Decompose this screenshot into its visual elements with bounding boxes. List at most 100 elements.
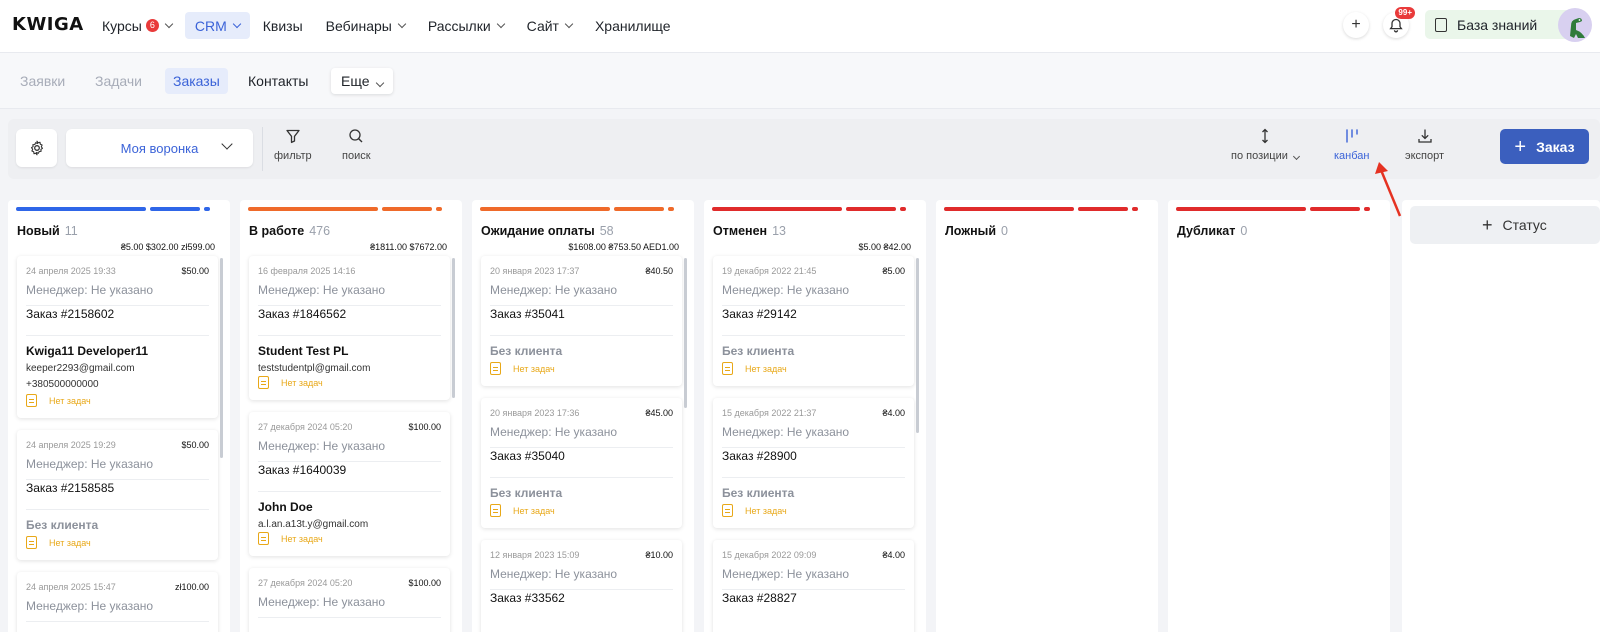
tasks-label: Нет задач [49, 395, 91, 406]
card-tasks: Нет задач [26, 394, 91, 407]
funnel-icon [286, 129, 300, 144]
tab-orders[interactable]: Заказы [165, 68, 228, 94]
nav-item-quizzes[interactable]: Квизы [253, 12, 313, 39]
card-client: John Doe a.l.an.a13t.y@gmail.com [258, 491, 441, 530]
column-color-bar [944, 207, 1150, 211]
column-header: Дубликат 0 [1177, 224, 1247, 238]
card-date: 20 января 2023 17:37 [490, 266, 580, 276]
card-date: 12 января 2023 15:09 [490, 550, 580, 560]
order-card[interactable]: 12 января 2023 15:09 ₴10.00 Менеджер: Не… [481, 540, 682, 632]
settings-button[interactable] [16, 129, 57, 167]
card-client: Без клиента [722, 335, 905, 358]
scrollbar[interactable] [220, 258, 223, 458]
card-order-number: Заказ #1846562 [258, 307, 347, 321]
order-card[interactable]: 15 декабря 2022 09:09 ₴4.00 Менеджер: Не… [713, 540, 914, 632]
notifications-button[interactable]: 99+ [1383, 7, 1415, 38]
export-label: экспорт [1405, 150, 1445, 162]
column-header: Отменен 13 [713, 224, 786, 238]
order-card[interactable]: 20 января 2023 17:36 ₴45.00 Менеджер: Не… [481, 398, 682, 528]
column-title: Отменен [713, 224, 768, 238]
funnel-select-value: Моя воронка [120, 140, 199, 156]
knowledge-base-label: База знаний [1457, 16, 1538, 33]
column-sum: $5.00 ₴42.00 [858, 242, 911, 252]
more-label: Еще [341, 73, 370, 89]
card-date: 27 декабря 2024 05:20 [258, 578, 353, 588]
tab-tasks[interactable]: Задачи [87, 68, 150, 94]
tasks-label: Нет задач [513, 363, 555, 374]
card-manager: Менеджер: Не указано [26, 599, 209, 622]
tasks-label: Нет задач [745, 363, 787, 374]
toolbar: Моя воронка фильтр поиск по позиции канб… [8, 119, 1600, 179]
knowledge-base-button[interactable]: База знаний [1425, 10, 1575, 39]
nav-item-label: Рассылки [427, 17, 491, 34]
card-amount: ₴4.00 [882, 408, 905, 418]
nav-item-storage[interactable]: Хранилище [585, 12, 681, 39]
sort-dropdown[interactable]: по позиции [1231, 128, 1300, 162]
logo[interactable]: KWIGA [12, 14, 84, 35]
card-manager: Менеджер: Не указано [722, 283, 905, 306]
kanban-column-in-progress: В работе 476 ₴1811.00 $7672.00 16 февраля… [240, 200, 462, 632]
kanban-column-new: Новый 11 ₴5.00 $302.00 zł599.00 24 апреля… [8, 200, 230, 632]
card-manager: Менеджер: Не указано [490, 567, 673, 590]
tab-requests[interactable]: Заявки [12, 68, 73, 94]
order-card[interactable]: 27 декабря 2024 05:20 $100.00 Менеджер: … [249, 412, 450, 556]
tasks-label: Нет задач [281, 377, 323, 388]
kanban-view-button[interactable]: канбан [1334, 128, 1370, 162]
task-document-icon [490, 504, 501, 517]
column-header: В работе 476 [249, 224, 330, 238]
search-button[interactable]: поиск [342, 128, 371, 162]
nav-item-courses[interactable]: Курсы 6 [92, 12, 182, 39]
add-status-label: Статус [1502, 217, 1547, 233]
card-tasks: Нет задач [722, 362, 787, 375]
column-count: 476 [309, 224, 331, 238]
create-order-button[interactable]: + Заказ [1500, 129, 1589, 164]
column-count: 58 [599, 224, 614, 238]
column-header: Ложный 0 [945, 224, 1008, 238]
order-card[interactable]: 19 декабря 2022 21:45 ₴5.00 Менеджер: Не… [713, 256, 914, 386]
chevron-down-icon [375, 78, 384, 88]
nav-item-site[interactable]: Сайт [517, 12, 582, 39]
add-status-button[interactable]: + Статус [1410, 206, 1600, 244]
order-card[interactable]: 16 февраля 2025 14:16 Менеджер: Не указа… [249, 256, 450, 400]
tab-contacts[interactable]: Контакты [240, 68, 316, 94]
more-dropdown[interactable]: Еще [331, 68, 393, 94]
card-client: Без клиента [26, 509, 209, 532]
chevron-down-icon [221, 138, 233, 150]
nav-item-mailings[interactable]: Рассылки [418, 12, 514, 39]
chevron-down-icon [232, 19, 241, 29]
avatar[interactable] [1558, 8, 1592, 42]
funnel-select[interactable]: Моя воронка [66, 129, 253, 167]
kanban-icon [1346, 129, 1358, 143]
scrollbar[interactable] [684, 258, 687, 408]
scrollbar[interactable] [452, 258, 455, 398]
kanban-label: канбан [1334, 150, 1370, 162]
chevron-down-icon [164, 19, 174, 29]
card-order-number: Заказ #35041 [490, 307, 565, 321]
nav-item-label: Сайт [526, 17, 559, 34]
order-card[interactable]: 24 апреля 2025 19:29 $50.00 Менеджер: Не… [17, 430, 218, 560]
scrollbar[interactable] [916, 258, 919, 433]
order-card[interactable]: 24 апреля 2025 19:33 $50.00 Менеджер: Не… [17, 256, 218, 418]
export-button[interactable]: экспорт [1405, 128, 1444, 162]
client-phone: +380500000000 [26, 379, 99, 390]
task-document-icon [722, 362, 733, 375]
card-tasks: Нет задач [258, 532, 323, 545]
order-card[interactable]: 20 января 2023 17:37 ₴40.50 Менеджер: Не… [481, 256, 682, 386]
nav-item-label: Вебинары [325, 17, 392, 34]
sort-label: по позиции [1231, 150, 1288, 162]
chevron-down-icon [1292, 152, 1300, 161]
order-card[interactable]: 24 апреля 2025 15:47 zł100.00 Менеджер: … [17, 572, 218, 632]
filter-button[interactable]: фильтр [274, 128, 312, 162]
kanban-column-awaiting-payment: Ожидание оплаты 58 $1608.00 ₴753.50 AED1.… [472, 200, 694, 632]
card-client: Без клиента [722, 477, 905, 500]
column-color-bar [480, 207, 686, 211]
tasks-label: Нет задач [281, 533, 323, 544]
card-order-number: Заказ #29142 [722, 307, 797, 321]
nav-item-crm[interactable]: CRM [184, 12, 250, 39]
tasks-label: Нет задач [49, 537, 91, 548]
order-card[interactable]: 15 декабря 2022 21:37 ₴4.00 Менеджер: Не… [713, 398, 914, 528]
nav-item-webinars[interactable]: Вебинары [316, 12, 415, 39]
nav-item-label: CRM [194, 17, 227, 34]
add-button[interactable]: + [1343, 12, 1369, 38]
order-card[interactable]: 27 декабря 2024 05:20 $100.00 Менеджер: … [249, 568, 450, 632]
